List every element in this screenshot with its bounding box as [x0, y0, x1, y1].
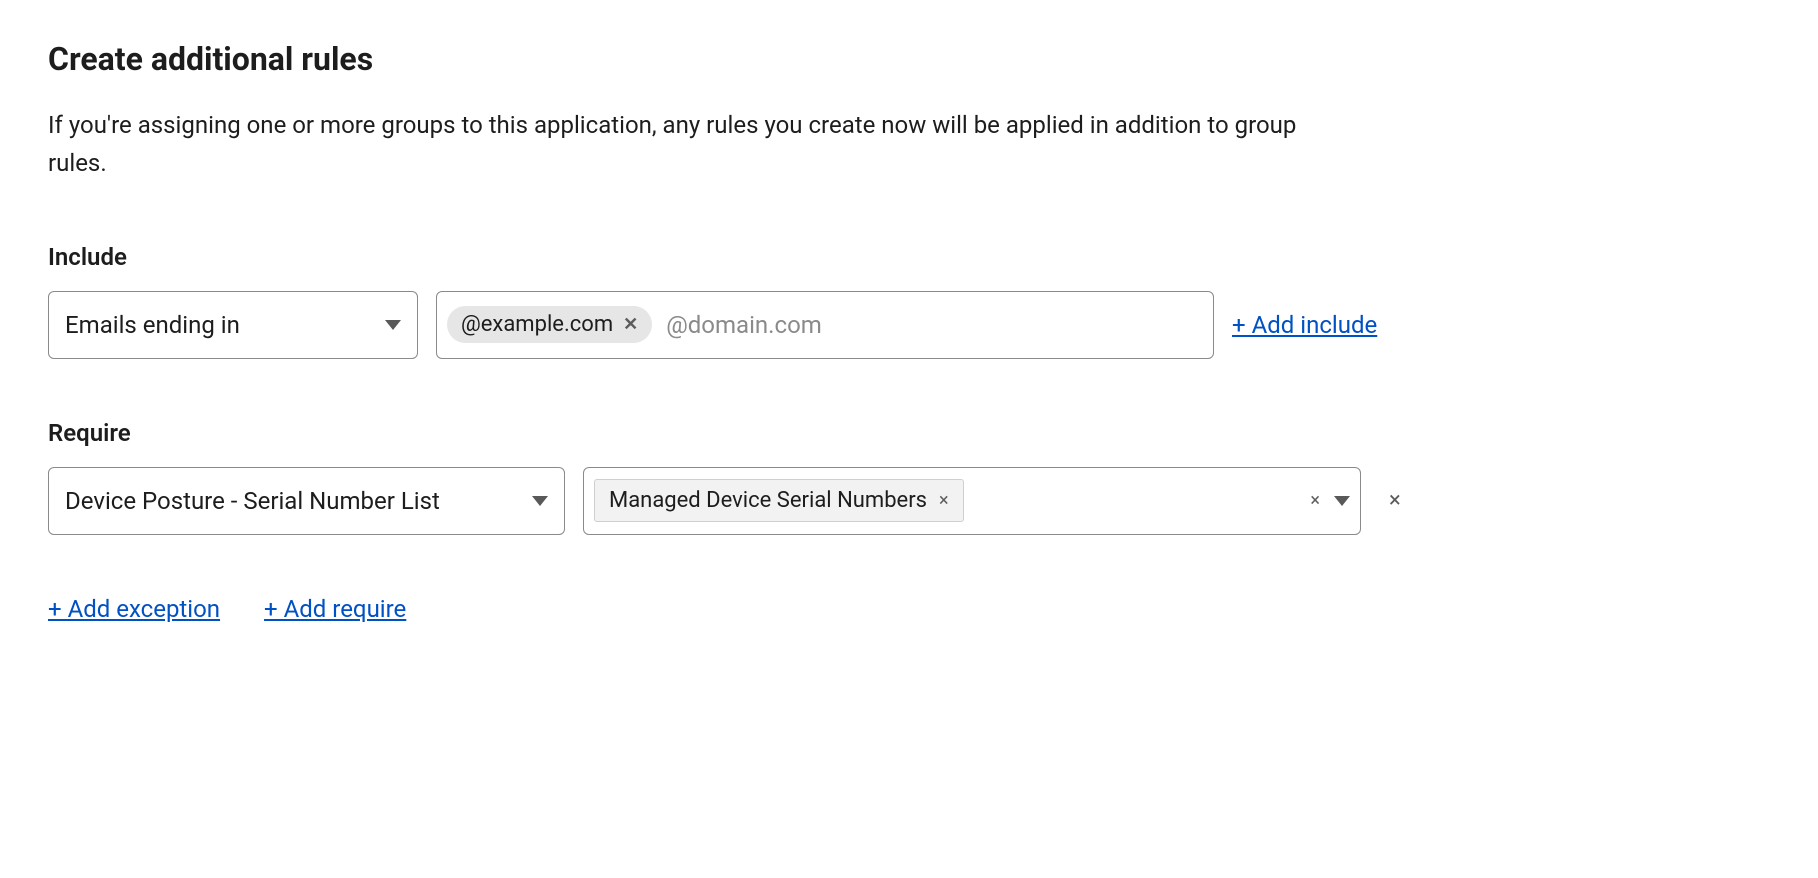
clear-icon[interactable]: × [1310, 490, 1320, 511]
require-rule-row: Device Posture - Serial Number List Mana… [48, 467, 1770, 535]
close-icon[interactable]: × [939, 492, 949, 510]
require-chip-text: Managed Device Serial Numbers [609, 488, 927, 513]
footer-links: + Add exception + Add require [48, 595, 1770, 623]
include-selector[interactable]: Emails ending in [48, 291, 418, 359]
include-chip: @example.com ✕ [447, 306, 652, 343]
add-include-link[interactable]: + Add include [1232, 311, 1377, 339]
include-section-label: Include [48, 243, 1770, 271]
require-chip: Managed Device Serial Numbers × [594, 479, 964, 522]
require-input-controls: × [1310, 490, 1350, 511]
require-section-label: Require [48, 419, 1770, 447]
chevron-down-icon[interactable] [1334, 496, 1350, 506]
add-exception-link[interactable]: + Add exception [48, 595, 220, 623]
add-require-link[interactable]: + Add require [264, 595, 406, 623]
require-value-input[interactable]: Managed Device Serial Numbers × × [583, 467, 1361, 535]
require-selector[interactable]: Device Posture - Serial Number List [48, 467, 565, 535]
description-text: If you're assigning one or more groups t… [48, 106, 1348, 183]
remove-row-icon[interactable]: × [1379, 488, 1411, 513]
require-selector-value: Device Posture - Serial Number List [65, 487, 440, 515]
include-placeholder: @domain.com [666, 311, 822, 339]
include-chip-text: @example.com [461, 312, 613, 337]
include-value-input[interactable]: @example.com ✕ @domain.com [436, 291, 1214, 359]
close-icon[interactable]: ✕ [623, 316, 638, 334]
chevron-down-icon [385, 320, 401, 330]
include-selector-value: Emails ending in [65, 311, 240, 339]
chevron-down-icon [532, 496, 548, 506]
page-title: Create additional rules [48, 40, 1770, 78]
include-rule-row: Emails ending in @example.com ✕ @domain.… [48, 291, 1770, 359]
